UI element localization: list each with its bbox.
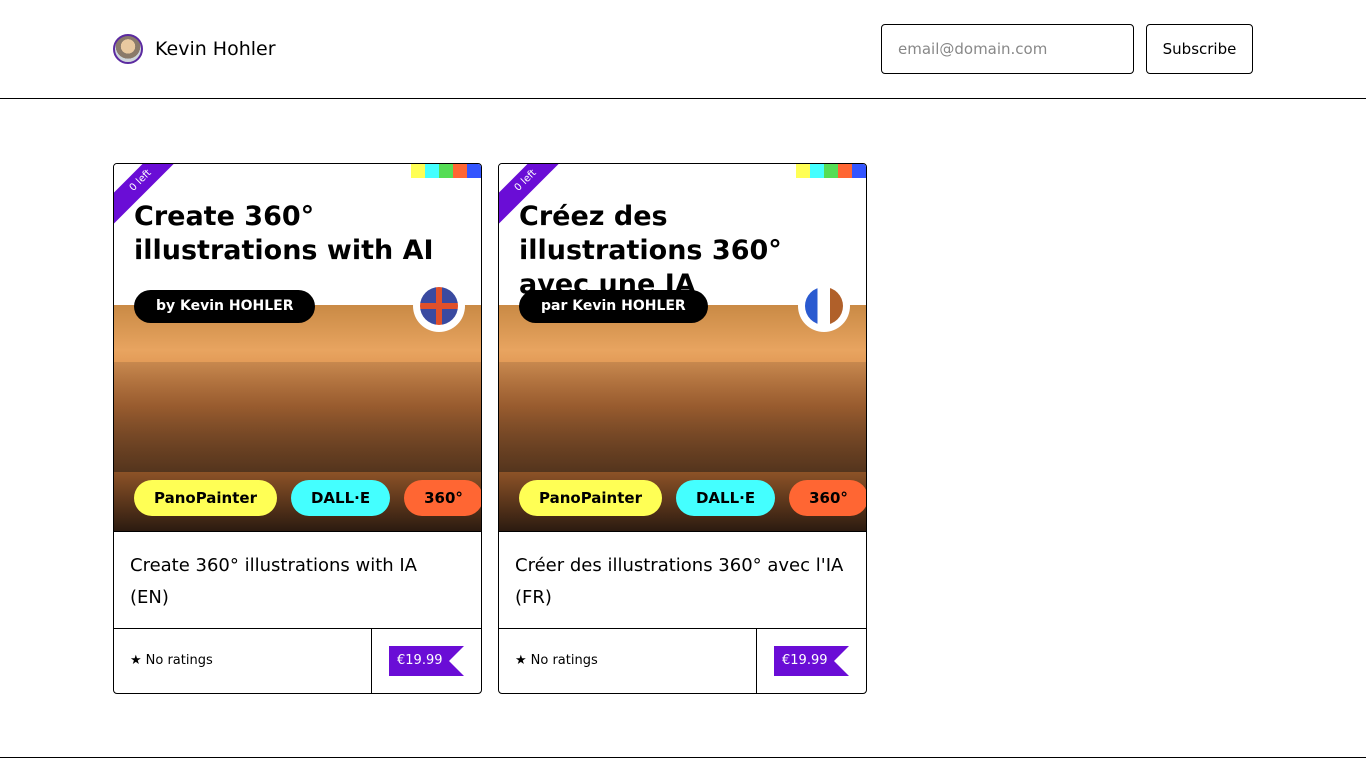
- product-cover[interactable]: 0 left Create 360° illustrations with AI…: [114, 164, 481, 532]
- product-card[interactable]: 0 left Créez des illustrations 360° avec…: [498, 163, 867, 694]
- avatar: [113, 34, 143, 64]
- byline: par Kevin HOHLER: [519, 290, 708, 323]
- price-tag: €19.99: [389, 646, 464, 676]
- star-icon: ★: [515, 653, 527, 668]
- uk-flag-icon: [413, 280, 465, 332]
- product-title[interactable]: Créer des illustrations 360° avec l'IA (…: [515, 550, 845, 614]
- subscribe-button[interactable]: Subscribe: [1146, 24, 1253, 74]
- byline: by Kevin HOHLER: [134, 290, 316, 323]
- rating: ★ No ratings: [515, 653, 598, 668]
- email-input[interactable]: [881, 24, 1134, 74]
- tag-dalle: DALL·E: [290, 480, 391, 516]
- france-flag-icon: [798, 280, 850, 332]
- rating: ★ No ratings: [130, 653, 213, 668]
- header: Kevin Hohler Subscribe: [0, 0, 1366, 99]
- brand[interactable]: Kevin Hohler: [113, 34, 276, 64]
- tag-panopainter: PanoPainter: [134, 480, 277, 516]
- price-tag: €19.99: [774, 646, 849, 676]
- tag-dalle: DALL·E: [675, 480, 776, 516]
- color-stripe: [411, 164, 481, 178]
- creator-name: Kevin Hohler: [155, 38, 276, 60]
- product-cover[interactable]: 0 left Créez des illustrations 360° avec…: [499, 164, 866, 532]
- rating-text: No ratings: [145, 653, 213, 668]
- cover-title: Create 360° illustrations with AI: [134, 201, 434, 266]
- product-card[interactable]: 0 left Create 360° illustrations with AI…: [113, 163, 482, 694]
- footer-divider: [0, 757, 1366, 758]
- tag-360: 360°: [789, 480, 866, 516]
- tag-360: 360°: [404, 480, 481, 516]
- product-title[interactable]: Create 360° illustrations with IA (EN): [130, 550, 460, 614]
- rating-text: No ratings: [530, 653, 598, 668]
- tag-panopainter: PanoPainter: [519, 480, 662, 516]
- color-stripe: [796, 164, 866, 178]
- star-icon: ★: [130, 653, 142, 668]
